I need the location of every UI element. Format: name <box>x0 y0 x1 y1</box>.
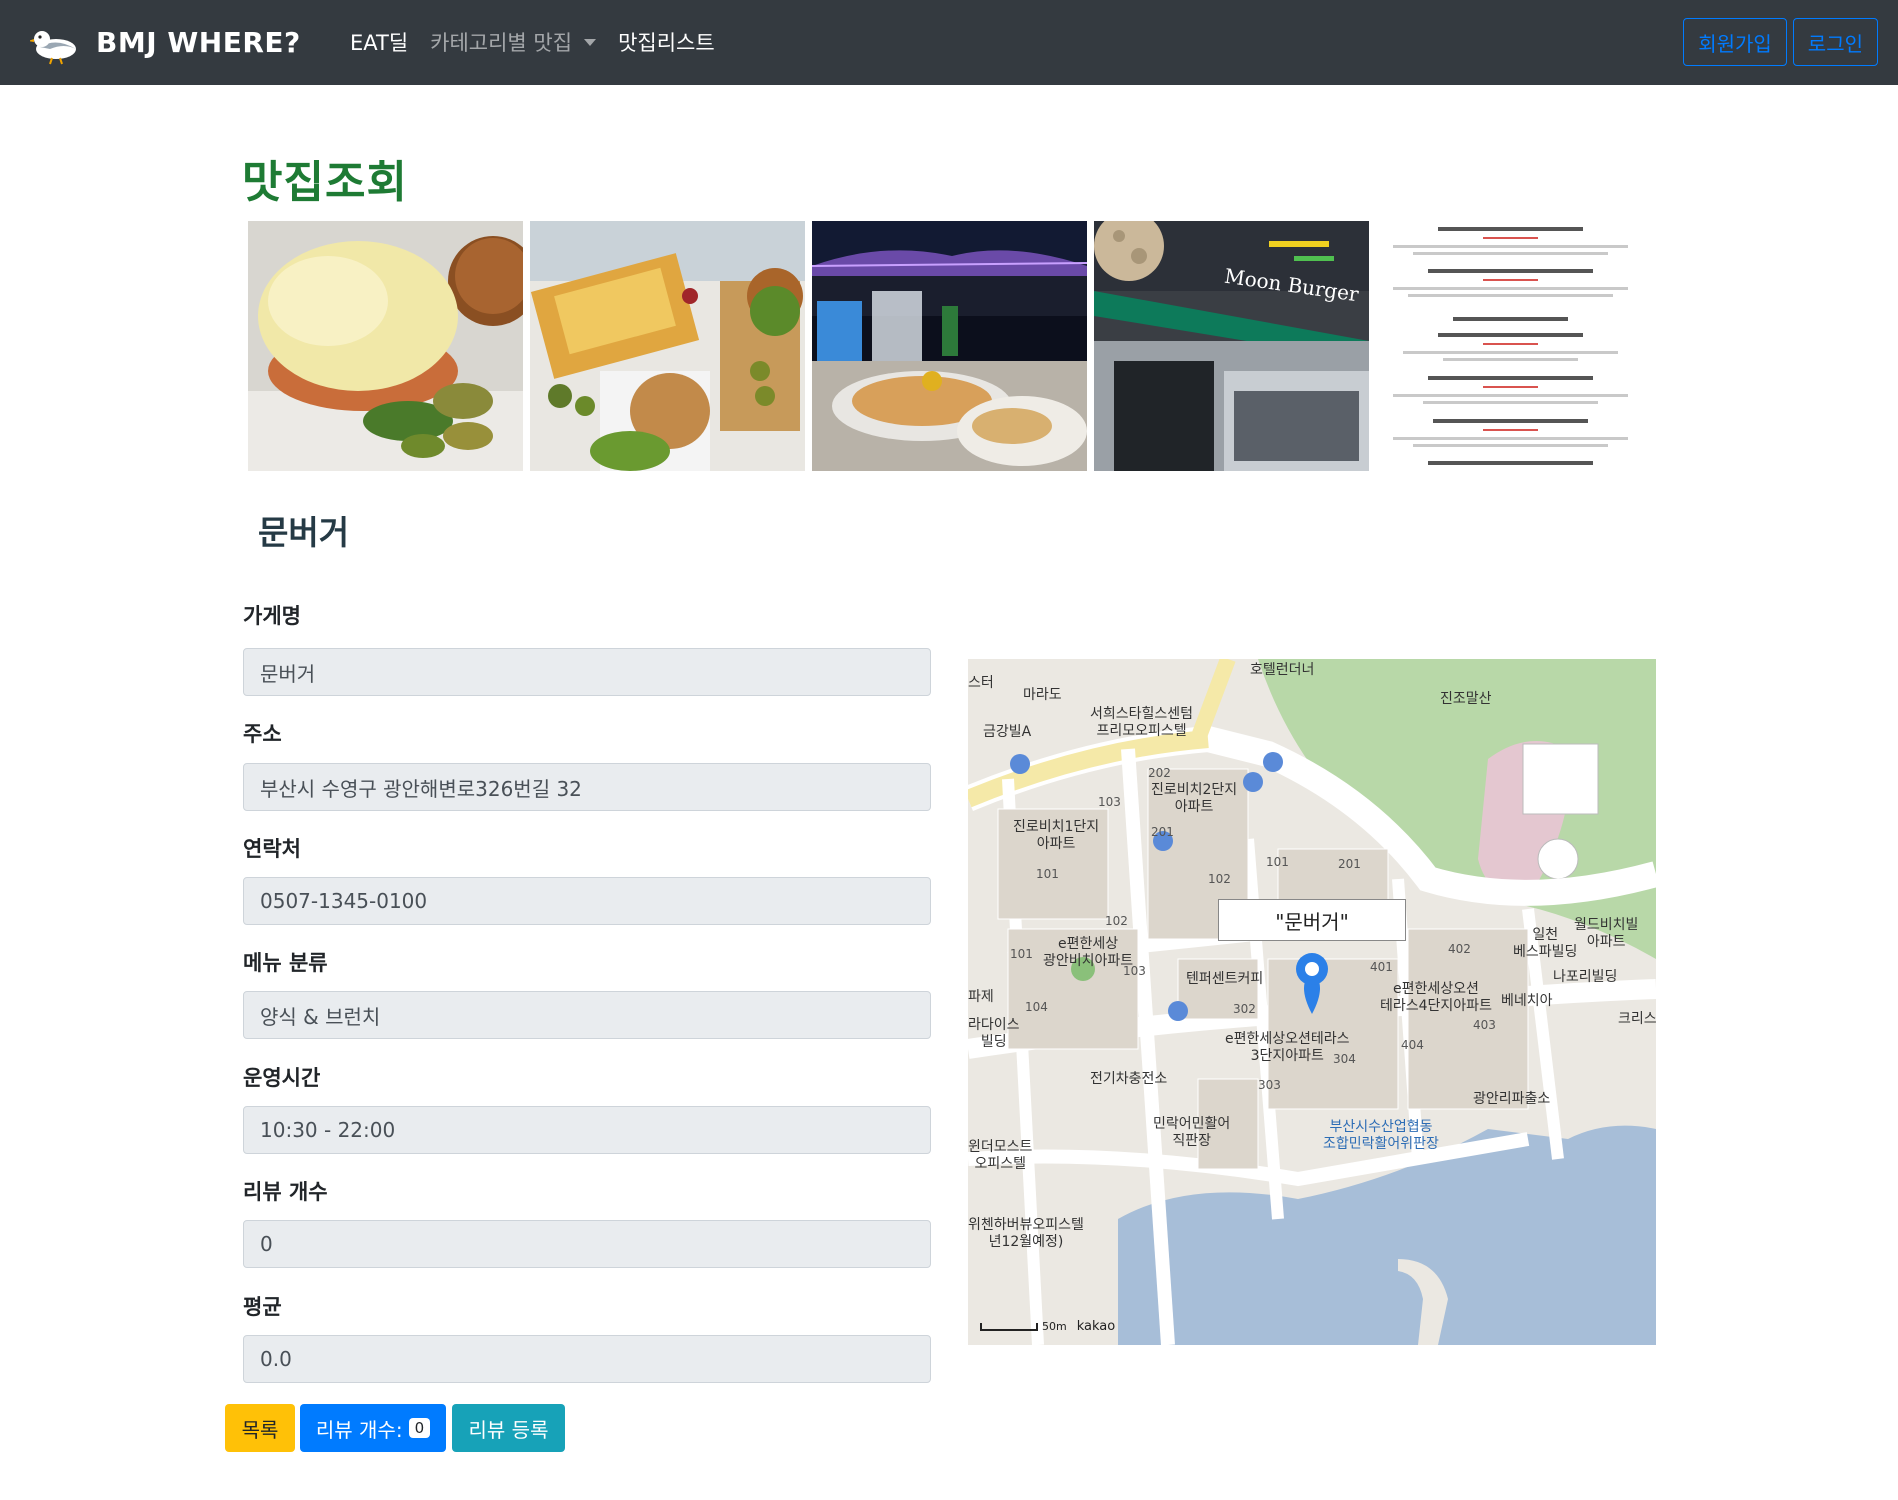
average-field[interactable]: 0.0 <box>243 1335 931 1383</box>
nav-eat-deal[interactable]: EAT딜 <box>350 27 408 57</box>
map-label-suhyup: 부산시수산업협동 조합민락활어위판장 <box>1323 1119 1439 1152</box>
map-label-star: 스터 <box>968 675 994 691</box>
auth-buttons: 회원가입 로그인 <box>1677 18 1878 66</box>
map-number: 101 <box>1036 867 1059 881</box>
map-label-charging: 전기차충전소 <box>1090 1071 1168 1087</box>
map-label-napoli: 나포리빌딩 <box>1553 969 1618 985</box>
map-number: 101 <box>1266 855 1289 869</box>
signup-button[interactable]: 회원가입 <box>1683 18 1787 66</box>
map-label-ilcheon: 일천 베스파빌딩 <box>1513 927 1578 960</box>
map-number: 403 <box>1473 1018 1496 1032</box>
kakao-map[interactable]: 호텔런더너 진조말산 마라도 스터 서희스타힐스센텀 프리모오피스텔 금강빌A … <box>968 659 1656 1345</box>
map-marker-label[interactable]: "문버거" <box>1218 899 1406 941</box>
navbar: BMJ WHERE? EAT딜 카테고리별 맛집 맛집리스트 회원가입 로그인 <box>0 0 1898 85</box>
map-number: 103 <box>1123 964 1146 978</box>
map-label-marado: 마라도 <box>1023 687 1062 703</box>
review-count-badge: 0 <box>408 1418 431 1438</box>
map-number: 101 <box>1010 947 1033 961</box>
review-count-button-label: 리뷰 개수: <box>315 1417 403 1442</box>
gallery-photo-storefront[interactable]: Moon Burger <box>1094 221 1369 471</box>
map-number: 103 <box>1098 795 1121 809</box>
map-label-world: 월드비치빌 아파트 <box>1574 917 1639 950</box>
map-number: 104 <box>1025 1000 1048 1014</box>
gallery-photo-menu[interactable] <box>1383 221 1638 471</box>
chevron-down-icon <box>584 38 597 46</box>
map-label-paradise: 라다이스 빌딩 <box>968 1017 1020 1050</box>
map-label-jinro2: 진로비치2단지 아파트 <box>1151 782 1238 815</box>
store-name-heading: 문버거 <box>258 513 350 552</box>
page-title: 맛집조회 <box>242 157 408 208</box>
gallery-photo-burger-cheese[interactable] <box>248 221 523 471</box>
seagull-logo-icon <box>30 31 76 65</box>
nav-category-label: 카테고리별 맛집 <box>430 31 573 55</box>
map-number: 401 <box>1370 960 1393 974</box>
map-number: 201 <box>1338 857 1361 871</box>
review-count-field[interactable]: 0 <box>243 1220 931 1268</box>
nav-links: EAT딜 카테고리별 맛집 맛집리스트 <box>350 22 737 62</box>
map-label-jinjo: 진조말산 <box>1440 691 1492 707</box>
review-count-button[interactable]: 리뷰 개수: 0 <box>300 1404 446 1452</box>
phone-label: 연락처 <box>243 837 301 861</box>
map-label-epyeon4: e편한세상오션 테라스4단지아파트 <box>1380 981 1492 1014</box>
address-field[interactable]: 부산시 수영구 광안해변로326번길 32 <box>243 763 931 811</box>
hours-label: 운영시간 <box>243 1066 321 1090</box>
map-label-police: 광안리파출소 <box>1473 1091 1551 1107</box>
map-label-wedermos: 윈더모스트 오피스텔 <box>968 1139 1033 1172</box>
map-scale-text: 50m <box>1042 1320 1067 1333</box>
store-name-field[interactable]: 문버거 <box>243 648 931 696</box>
map-label-epyeon: e편한세상 광안비치아파트 <box>1043 936 1134 969</box>
map-label-minrak-booth: 민락어민활어 직판장 <box>1153 1116 1231 1149</box>
map-label-seoul-hills: 서희스타힐스센텀 프리모오피스텔 <box>1090 706 1194 739</box>
map-provider-logo: kakao <box>1076 1319 1116 1334</box>
map-scale-bar <box>980 1322 1038 1331</box>
map-label-hotel: 호텔런더너 <box>1250 662 1315 678</box>
map-number: 302 <box>1233 1002 1256 1016</box>
address-label: 주소 <box>243 722 282 746</box>
map-number: 102 <box>1105 914 1128 928</box>
map-number: 202 <box>1148 766 1171 780</box>
map-label-tenpercent: 텐퍼센트커피 <box>1186 971 1264 987</box>
brand-name: BMJ WHERE? <box>96 25 301 59</box>
nav-restaurant-list[interactable]: 맛집리스트 <box>618 27 715 57</box>
map-number: 404 <box>1401 1038 1424 1052</box>
phone-field[interactable]: 0507-1345-0100 <box>243 877 931 925</box>
map-number: 303 <box>1258 1078 1281 1092</box>
map-scale: 50m kakao <box>980 1319 1115 1334</box>
list-button[interactable]: 목록 <box>225 1404 295 1452</box>
map-label-epyeon3: e편한세상오션테라스 3단지아파트 <box>1225 1031 1350 1064</box>
menu-category-label: 메뉴 분류 <box>243 951 328 975</box>
map-label-wichen: 위첸하버뷰오피스텔 년12월예정) <box>968 1217 1084 1250</box>
map-number: 201 <box>1151 825 1174 839</box>
brand[interactable]: BMJ WHERE? <box>30 16 301 68</box>
map-label-geumgang: 금강빌A <box>983 724 1032 740</box>
map-number: 102 <box>1208 872 1231 886</box>
map-number: 402 <box>1448 942 1471 956</box>
store-name-label: 가게명 <box>243 604 301 628</box>
nav-category-dropdown[interactable]: 카테고리별 맛집 <box>430 27 597 57</box>
register-review-button[interactable]: 리뷰 등록 <box>452 1404 565 1452</box>
gallery-photo-night-table[interactable] <box>812 221 1087 471</box>
map-label-crist: 크리스 <box>1618 1011 1656 1027</box>
gallery-photo-burger-fries[interactable] <box>530 221 805 471</box>
review-count-label: 리뷰 개수 <box>243 1180 328 1204</box>
map-number: 304 <box>1333 1052 1356 1066</box>
menu-category-field[interactable]: 양식 & 브런치 <box>243 991 931 1039</box>
average-label: 평균 <box>243 1295 282 1319</box>
login-button[interactable]: 로그인 <box>1792 18 1878 66</box>
map-label-park: 파제 <box>968 989 994 1005</box>
map-label-venezia: 베네치아 <box>1501 993 1553 1009</box>
map-label-jinro1: 진로비치1단지 아파트 <box>1013 819 1100 852</box>
hours-field[interactable]: 10:30 - 22:00 <box>243 1106 931 1154</box>
photo-gallery: Moon Burger <box>248 221 1638 471</box>
